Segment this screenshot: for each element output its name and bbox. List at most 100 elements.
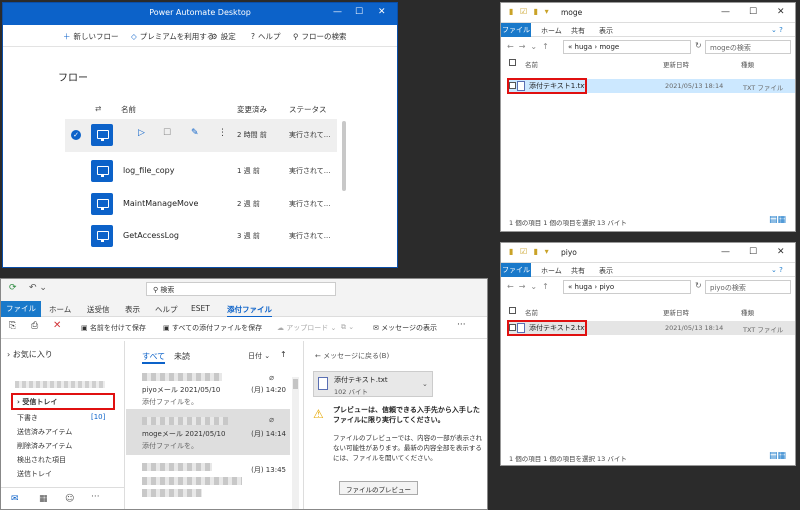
scrollbar-thumb[interactable] [293,379,298,389]
tab-help[interactable]: ヘルプ [155,304,178,315]
print-icon[interactable]: ⎙ [31,321,38,331]
sort-direction-icon[interactable]: ↑ [280,350,287,359]
folder-drafts[interactable]: 下書き [17,413,38,423]
column-name[interactable]: 名前 [121,104,136,115]
selected-check-icon[interactable]: ✓ [71,130,81,140]
folder-sent[interactable]: 送信済みアイテム [17,427,72,437]
settings-button[interactable]: ⚙ 設定 [211,31,236,42]
header-checkbox[interactable] [509,307,516,316]
tab-home[interactable]: ホーム [541,26,562,36]
more-icon[interactable]: ··· [457,320,466,330]
column-type[interactable]: 種類 [741,307,754,317]
tab-view[interactable]: 表示 [599,266,613,276]
scrollbar[interactable] [342,121,346,191]
back-to-message-button[interactable]: ← メッセージに戻る(B) [315,351,389,361]
filter-all[interactable]: すべて [142,351,166,364]
sync-icon[interactable]: ⟳ [9,283,17,293]
address-bar[interactable]: « huga › moge [563,40,691,54]
tab-attachment[interactable]: 添付ファイル [227,304,272,318]
search-box[interactable]: ⚲ 検索 [146,282,336,296]
stop-icon[interactable]: ☐ [163,128,171,138]
nav-arrows-icon[interactable]: ←→⌄↑ [507,42,554,51]
favorites-header[interactable]: › お気に入り [7,349,53,360]
flow-row[interactable]: ✓ ▷ ☐ ✎ ⋮ 2 時間 前 実行されて... [65,119,337,152]
column-date[interactable]: 更新日時 [663,59,689,69]
tab-share[interactable]: 共有 [571,266,585,276]
search-input[interactable]: piyoの検索 [705,280,791,294]
tab-send-receive[interactable]: 送受信 [87,304,110,315]
scrollbar[interactable] [292,377,299,509]
message-item[interactable]: (月) 13:45 [126,461,290,507]
tab-view[interactable]: 表示 [125,304,140,315]
maximize-icon[interactable]: ☐ [749,7,757,17]
refresh-icon[interactable]: ↻ [695,281,702,290]
undo-icon[interactable]: ↶ ⌄ [29,283,47,293]
mail-icon[interactable]: ✉ [11,494,19,504]
column-modified[interactable]: 変更済み [237,104,267,115]
tab-file[interactable]: ファイル [1,301,41,317]
tab-share[interactable]: 共有 [571,26,585,36]
more-icon[interactable]: ⋮ [218,128,227,138]
column-date[interactable]: 更新日時 [663,307,689,317]
view-toggle-icon[interactable]: ▤▦ [769,451,786,461]
tab-file[interactable]: ファイル [501,23,531,37]
flow-search-button[interactable]: ⚲ フローの検索 [293,31,347,42]
column-status[interactable]: ステータス [289,104,327,115]
tab-file[interactable]: ファイル [501,263,531,277]
view-toggle-icon[interactable]: ▤▦ [769,215,786,225]
file-preview-button[interactable]: ファイルのプレビュー [339,481,418,495]
flow-row[interactable]: log_file_copy 1 週 前 実行されて... [65,155,337,188]
tab-view[interactable]: 表示 [599,26,613,36]
new-flow-button[interactable]: ＋新しいフロー [63,31,119,42]
calendar-icon[interactable]: ▦ [39,494,48,504]
message-item[interactable]: ⌀ mogeメール 2021/05/10 (月) 14:14 添付ファイルを。 [126,409,290,455]
column-type[interactable]: 種類 [741,59,754,69]
save-all-button[interactable]: ▣ すべての添付ファイルを保存 [163,323,262,333]
folder-deleted[interactable]: 削除済みアイテム [17,441,72,451]
column-name[interactable]: 名前 [525,59,538,69]
column-name[interactable]: 名前 [525,307,538,317]
copy-icon[interactable]: ⧉ ⌄ [341,323,354,332]
open-icon[interactable]: ⎘ [9,321,16,331]
save-as-button[interactable]: ▣ 名前を付けて保存 [81,323,146,333]
file-row[interactable]: 添付テキスト2.txt 2021/05/13 18:14 TXT ファイル [507,320,795,336]
flow-row[interactable]: GetAccessLog 3 週 前 実行されて... [65,220,337,253]
edit-icon[interactable]: ✎ [191,128,199,138]
premium-button[interactable]: ◇ プレミアムを利用する [131,31,214,42]
tab-eset[interactable]: ESET [191,304,210,313]
maximize-icon[interactable]: ☐ [355,7,363,17]
attachment-name: 添付テキスト.txt [334,376,388,384]
minimize-icon[interactable]: — [333,7,342,17]
account-name[interactable] [15,381,105,388]
sort-by-date[interactable]: 日付 ⌄ [248,351,270,361]
tab-home[interactable]: ホーム [49,304,71,315]
minimize-icon[interactable]: — [721,7,730,17]
chevron-down-icon[interactable]: ⌄ ? [771,26,783,34]
search-input[interactable]: mogeの検索 [705,40,791,54]
nav-arrows-icon[interactable]: ←→⌄↑ [507,282,554,291]
help-button[interactable]: ? ヘルプ [251,31,280,42]
refresh-icon[interactable]: ↻ [695,41,702,50]
tab-home[interactable]: ホーム [541,266,562,276]
close-icon[interactable]: ✕ [777,247,785,257]
filter-unread[interactable]: 未読 [174,351,190,362]
address-bar[interactable]: « huga › piyo [563,280,691,294]
folder-detected[interactable]: 検出された項目 [17,455,66,465]
maximize-icon[interactable]: ☐ [749,247,757,257]
file-row[interactable]: 添付テキスト1.txt 2021/05/13 18:14 TXT ファイル [507,78,795,94]
run-icon[interactable]: ▷ [138,128,145,138]
chevron-down-icon[interactable]: ⌄ [422,380,428,388]
attachment-card[interactable]: 添付テキスト.txt 102 バイト ⌄ [313,371,433,397]
flow-row[interactable]: MaintManageMove 2 週 前 実行されて... [65,188,337,221]
upload-button[interactable]: ☁ アップロード ⌄ [277,323,336,333]
close-icon[interactable]: ✕ [777,7,785,17]
close-icon[interactable]: ✕ [378,7,386,17]
folder-outbox[interactable]: 送信トレイ [17,469,52,479]
delete-icon[interactable]: ✕ [53,320,61,331]
more-icon[interactable]: ··· [91,492,100,502]
chevron-down-icon[interactable]: ⌄ ? [771,266,783,274]
show-message-button[interactable]: ✉ メッセージの表示 [373,323,437,333]
minimize-icon[interactable]: — [721,247,730,257]
people-icon[interactable]: ☺ [65,494,74,504]
header-checkbox[interactable] [509,59,516,68]
